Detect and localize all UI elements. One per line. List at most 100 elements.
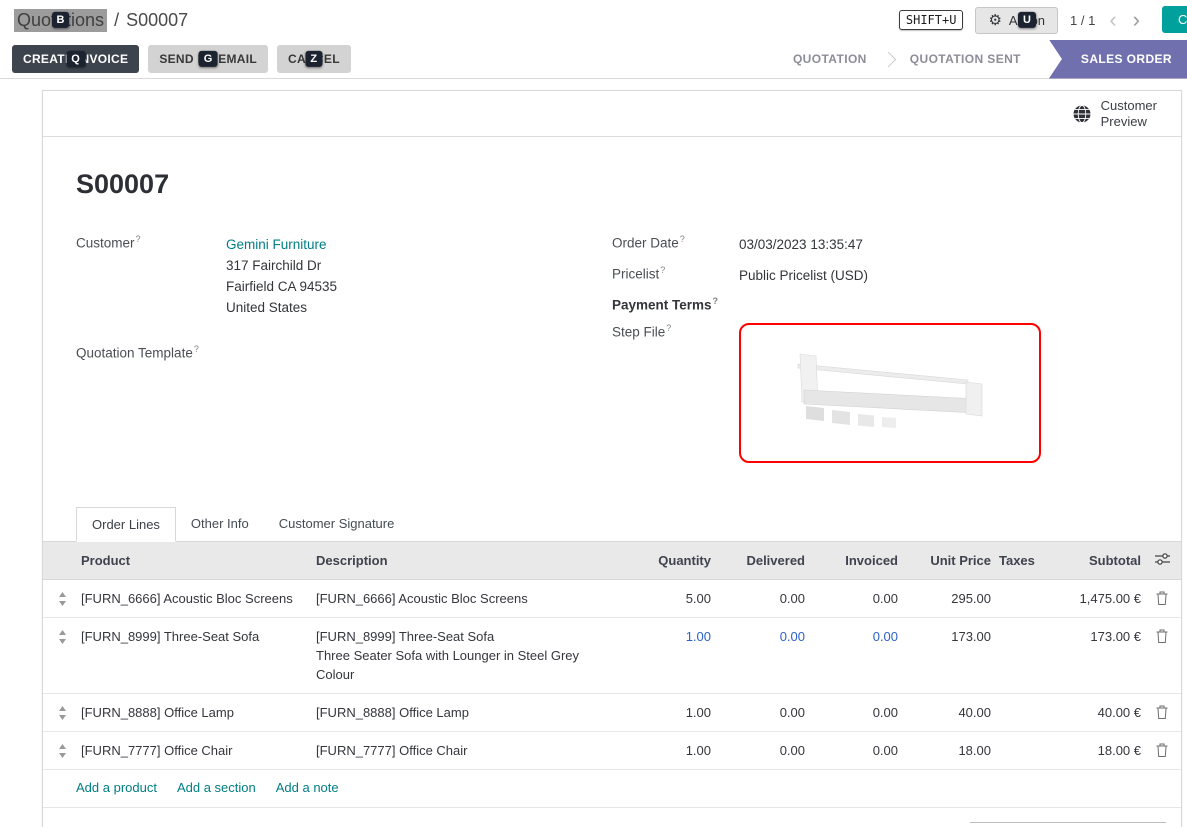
- create-button[interactable]: Create: [1162, 6, 1187, 33]
- delete-row-button[interactable]: [1141, 732, 1183, 769]
- column-header-subtotal[interactable]: Subtotal: [1038, 542, 1141, 579]
- label-text: Customer: [76, 236, 135, 251]
- field-group-left: Customer? Gemini Furniture 317 Fairchild…: [76, 234, 612, 473]
- cell-description[interactable]: [FURN_8999] Three-Seat Sofa Three Seater…: [316, 618, 621, 693]
- column-header-unit-price[interactable]: Unit Price: [898, 542, 991, 579]
- cell-product[interactable]: [FURN_6666] Acoustic Bloc Screens: [81, 580, 316, 617]
- cell-delivered[interactable]: 0.00: [711, 694, 805, 731]
- cell-taxes[interactable]: [991, 732, 1038, 769]
- cell-unit-price[interactable]: 18.00: [898, 732, 991, 769]
- cell-description[interactable]: [FURN_7777] Office Chair: [316, 732, 621, 769]
- pager-count: 1 / 1: [1070, 13, 1095, 28]
- pricelist-value[interactable]: Public Pricelist (USD): [739, 265, 868, 286]
- pager-previous-icon[interactable]: ‹: [1107, 9, 1118, 31]
- column-header-delivered[interactable]: Delivered: [711, 542, 805, 579]
- drag-handle[interactable]: [43, 694, 81, 731]
- field-quotation-template[interactable]: Quotation Template?: [76, 344, 612, 361]
- customer-link[interactable]: Gemini Furniture: [226, 237, 327, 252]
- cancel-button[interactable]: CANCEL Z: [277, 45, 351, 73]
- cell-description[interactable]: [FURN_8888] Office Lamp: [316, 694, 621, 731]
- status-step-quotation[interactable]: QUOTATION: [773, 40, 887, 79]
- step-file-field-label: Step File?: [612, 323, 739, 340]
- delete-row-button[interactable]: [1141, 694, 1183, 731]
- cell-description[interactable]: [FURN_6666] Acoustic Bloc Screens: [316, 580, 621, 617]
- cell-subtotal: 40.00 €: [1038, 694, 1141, 731]
- description-line: [FURN_8888] Office Lamp: [316, 703, 609, 722]
- cell-invoiced[interactable]: 0.00: [805, 694, 898, 731]
- send-email-button[interactable]: SEND BY EMAIL G: [148, 45, 268, 73]
- cell-invoiced[interactable]: 0.00: [805, 580, 898, 617]
- cell-delivered[interactable]: 0.00: [711, 732, 805, 769]
- cell-subtotal: 173.00 €: [1038, 618, 1141, 693]
- customer-preview-link[interactable]: Customer Preview: [1072, 98, 1157, 130]
- hotkey-badge-send-email: G: [199, 51, 218, 67]
- table-row: [FURN_8888] Office Lamp [FURN_8888] Offi…: [43, 694, 1181, 732]
- step-file-image[interactable]: [739, 323, 1041, 463]
- cell-unit-price[interactable]: 40.00: [898, 694, 991, 731]
- tab-customer-signature[interactable]: Customer Signature: [264, 507, 410, 541]
- order-date-value[interactable]: 03/03/2023 13:35:47: [739, 234, 863, 255]
- trash-icon: [1156, 743, 1168, 757]
- column-header-invoiced[interactable]: Invoiced: [805, 542, 898, 579]
- label-text: Pricelist: [612, 267, 659, 282]
- cell-quantity[interactable]: 1.00: [621, 732, 711, 769]
- breadcrumb-separator: /: [114, 10, 119, 31]
- add-note-link[interactable]: Add a note: [276, 780, 339, 795]
- cell-invoiced[interactable]: 0.00: [805, 732, 898, 769]
- action-buttons: CREATE INVOICE Q SEND BY EMAIL G CANCEL …: [12, 45, 351, 73]
- column-header-product[interactable]: Product: [81, 542, 316, 579]
- column-header-taxes[interactable]: Taxes: [991, 542, 1038, 579]
- cell-product[interactable]: [FURN_8999] Three-Seat Sofa: [81, 618, 316, 693]
- description-line: [FURN_6666] Acoustic Bloc Screens: [316, 589, 609, 608]
- cell-quantity[interactable]: 5.00: [621, 580, 711, 617]
- optional-columns-button[interactable]: [1141, 542, 1183, 579]
- customer-preview-line2: Preview: [1101, 114, 1147, 129]
- action-menu-button[interactable]: ⚙ Action U: [975, 7, 1058, 34]
- cell-taxes[interactable]: [991, 580, 1038, 617]
- cell-unit-price[interactable]: 295.00: [898, 580, 991, 617]
- table-row: [FURN_8999] Three-Seat Sofa [FURN_8999] …: [43, 618, 1181, 694]
- create-invoice-button[interactable]: CREATE INVOICE Q: [12, 45, 139, 73]
- cell-delivered[interactable]: 0.00: [711, 580, 805, 617]
- create-button-label: Create: [1178, 12, 1187, 27]
- payment-terms-field-label: Payment Terms?: [612, 296, 739, 313]
- tab-order-lines[interactable]: Order Lines: [76, 507, 176, 542]
- drag-handle[interactable]: [43, 580, 81, 617]
- table-row: [FURN_6666] Acoustic Bloc Screens [FURN_…: [43, 580, 1181, 618]
- drag-handle[interactable]: [43, 732, 81, 769]
- add-product-link[interactable]: Add a product: [76, 780, 157, 795]
- quotation-template-field-label: Quotation Template?: [76, 344, 226, 361]
- top-bar: Quotations B / S00007 SHIFT+U ⚙ Action U…: [0, 0, 1187, 40]
- add-section-link[interactable]: Add a section: [177, 780, 256, 795]
- label-text: Step File: [612, 324, 665, 339]
- column-header-quantity[interactable]: Quantity: [621, 542, 711, 579]
- optional-columns-icon: [1155, 553, 1170, 565]
- cell-quantity[interactable]: 1.00: [621, 694, 711, 731]
- cell-unit-price[interactable]: 173.00: [898, 618, 991, 693]
- delete-row-button[interactable]: [1141, 618, 1183, 693]
- cell-product[interactable]: [FURN_7777] Office Chair: [81, 732, 316, 769]
- pager-next-icon[interactable]: ›: [1131, 9, 1142, 31]
- field-group-right: Order Date? 03/03/2023 13:35:47 Pricelis…: [612, 234, 1148, 473]
- description-line2: Three Seater Sofa with Lounger in Steel …: [316, 646, 609, 684]
- gear-icon: ⚙: [988, 13, 1001, 28]
- cell-quantity[interactable]: 1.00: [621, 618, 711, 693]
- cell-taxes[interactable]: [991, 618, 1038, 693]
- cell-delivered[interactable]: 0.00: [711, 618, 805, 693]
- column-header-description[interactable]: Description: [316, 542, 621, 579]
- field-pricelist: Pricelist? Public Pricelist (USD): [612, 265, 1148, 286]
- drag-handle[interactable]: [43, 618, 81, 693]
- cell-invoiced[interactable]: 0.00: [805, 618, 898, 693]
- label-text: Quotation Template: [76, 346, 193, 361]
- status-step-sales-order[interactable]: SALES ORDER: [1049, 40, 1187, 79]
- cell-product[interactable]: [FURN_8888] Office Lamp: [81, 694, 316, 731]
- cell-subtotal: 18.00 €: [1038, 732, 1141, 769]
- breadcrumb-quotations[interactable]: Quotations B: [14, 9, 107, 32]
- cell-subtotal: 1,475.00 €: [1038, 580, 1141, 617]
- customer-preview-line1: Customer: [1101, 98, 1157, 113]
- tab-other-info[interactable]: Other Info: [176, 507, 264, 541]
- delete-row-button[interactable]: [1141, 580, 1183, 617]
- field-payment-terms: Payment Terms?: [612, 296, 1148, 313]
- cell-taxes[interactable]: [991, 694, 1038, 731]
- status-step-quotation-sent[interactable]: QUOTATION SENT: [890, 40, 1041, 79]
